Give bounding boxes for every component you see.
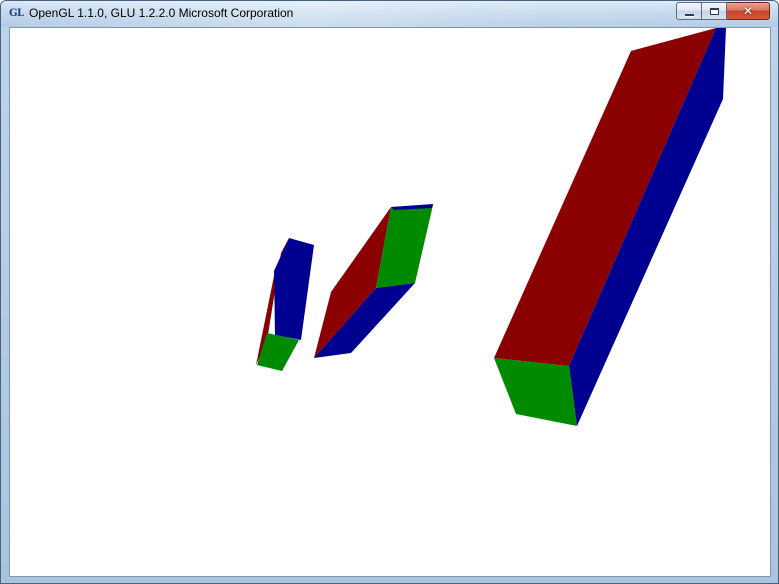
small-box-blue-face xyxy=(274,238,314,340)
medium-box xyxy=(314,204,433,358)
scene-canvas xyxy=(256,28,726,426)
large-box-green-face xyxy=(494,358,577,426)
small-box xyxy=(256,238,314,371)
app-window: GL OpenGL 1.1.0, GLU 1.2.2.0 Microsoft C… xyxy=(0,0,779,584)
opengl-viewport[interactable] xyxy=(9,27,771,577)
large-box xyxy=(494,28,726,426)
